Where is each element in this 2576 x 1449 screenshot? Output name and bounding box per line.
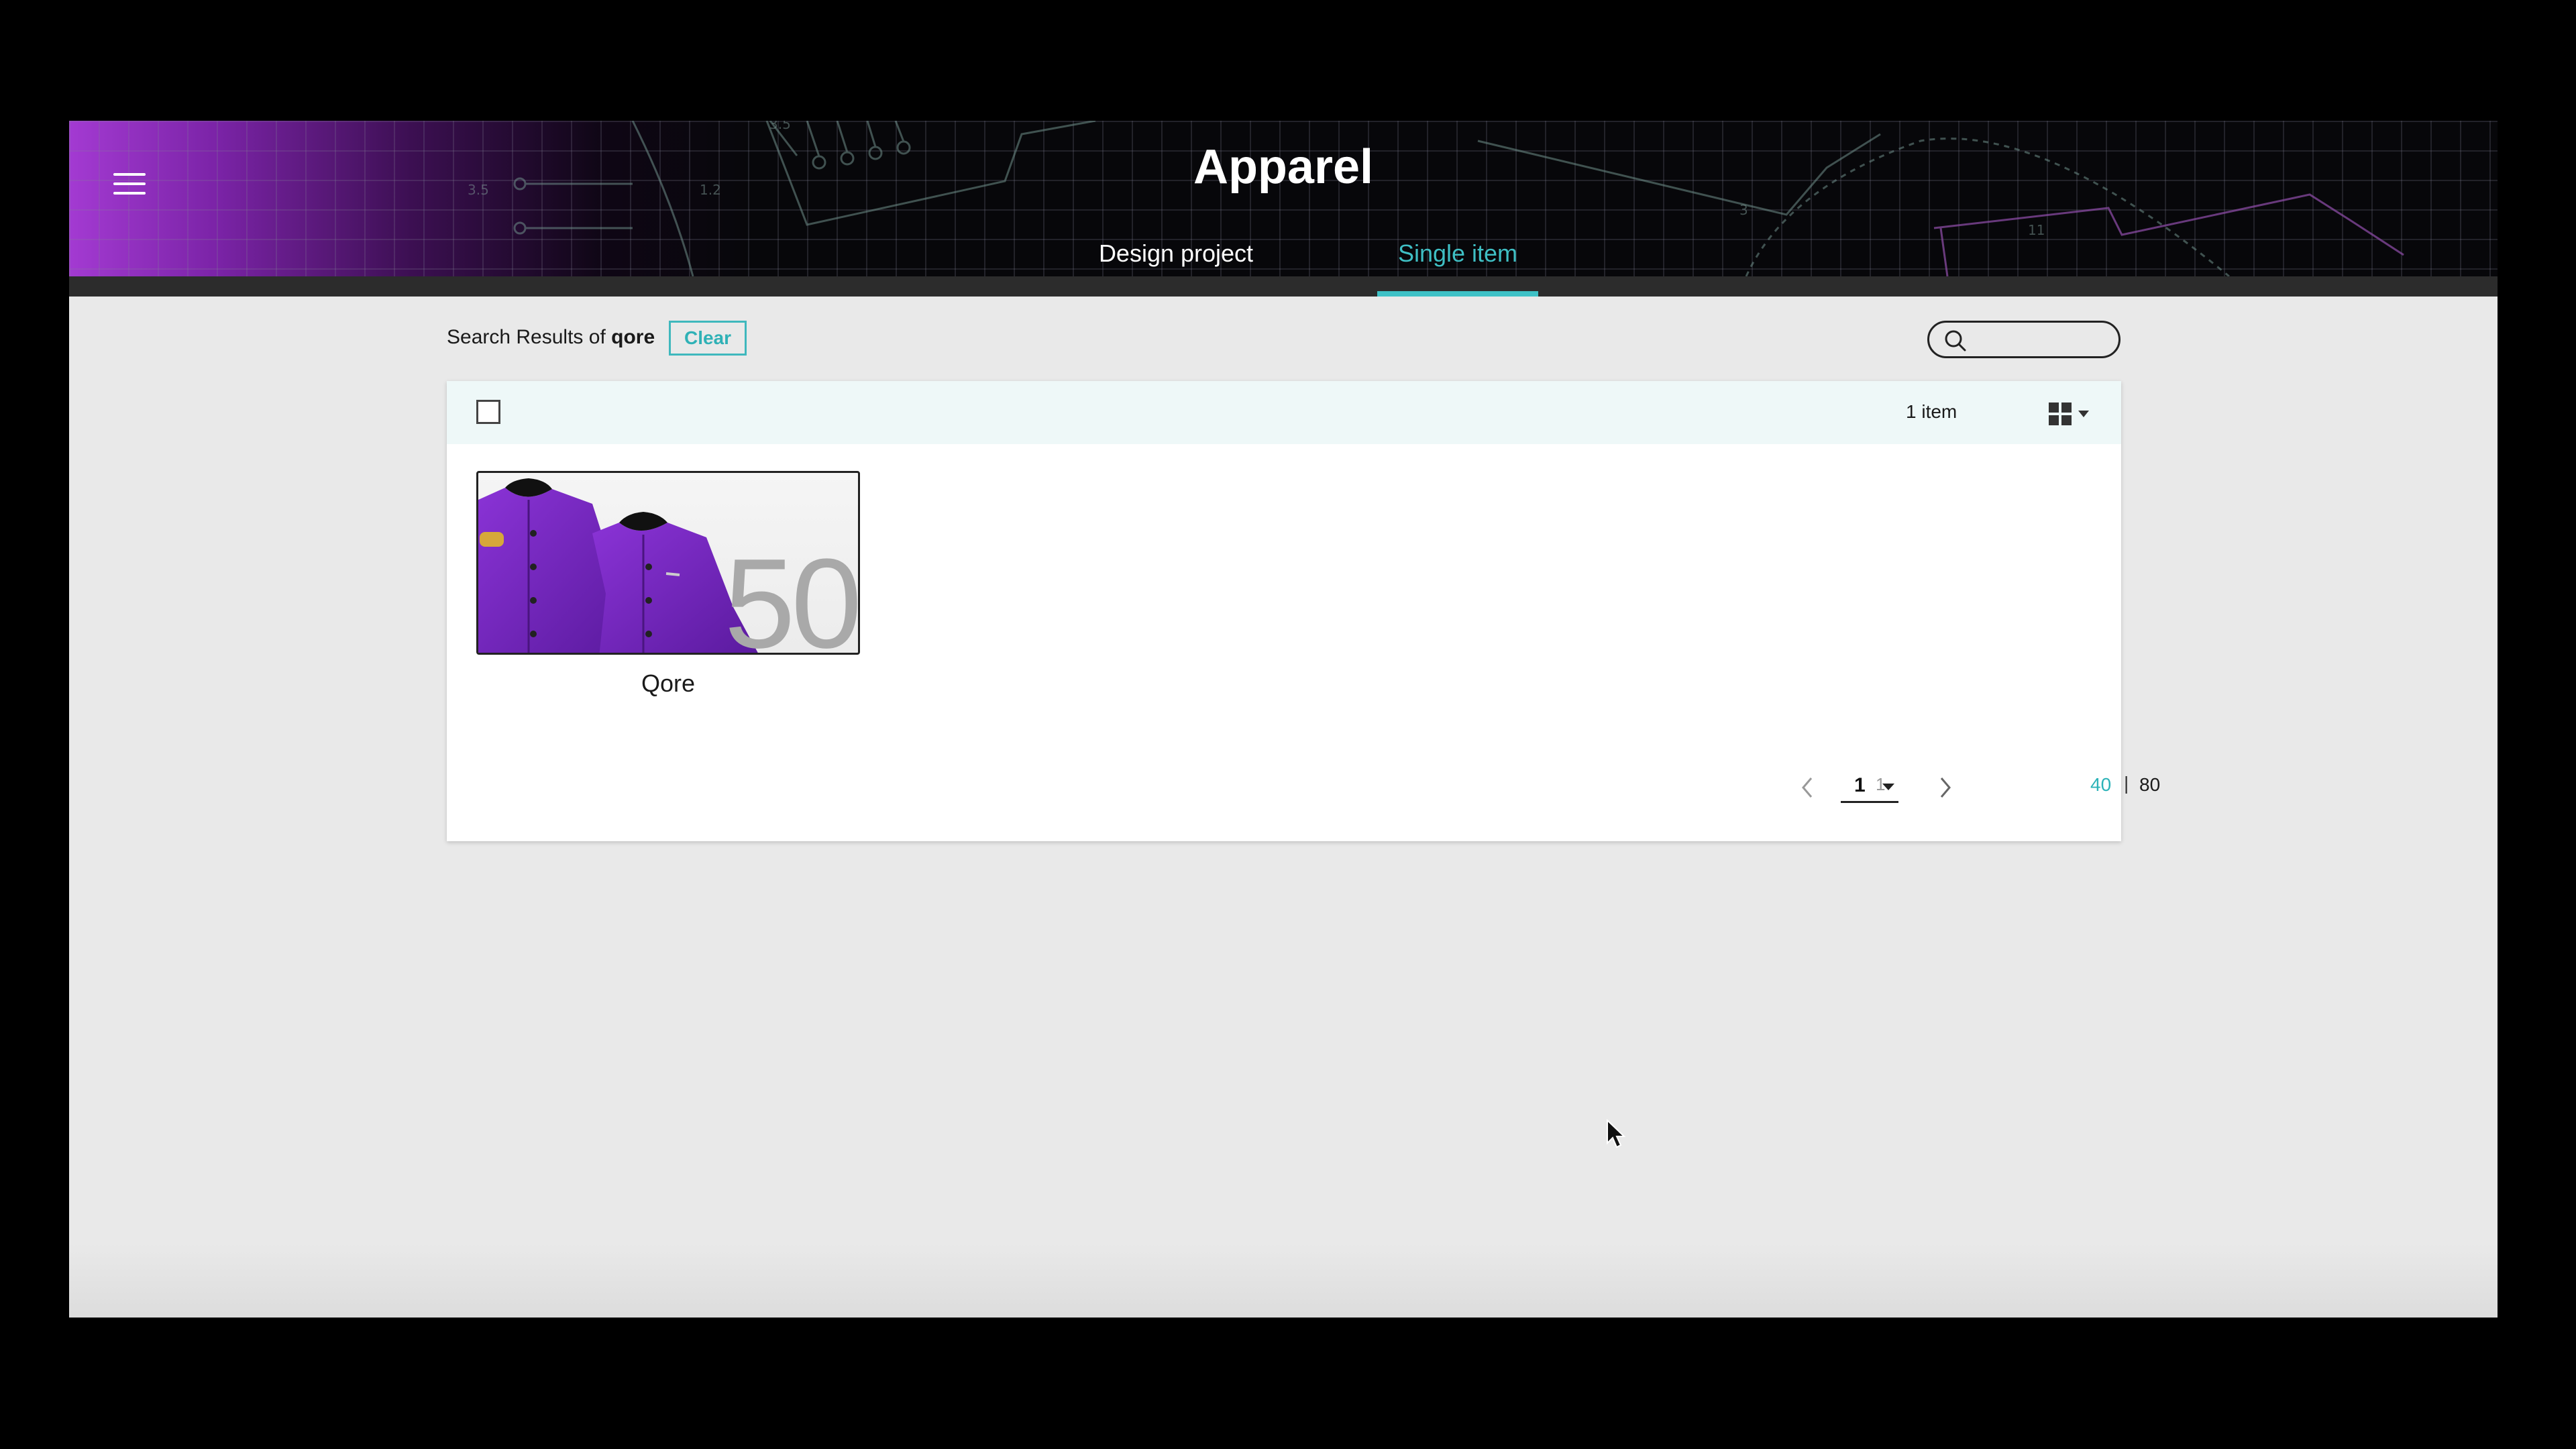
results-panel: 1 item 50 Qore 1 1 40 | 80 [447, 381, 2160, 841]
app-window: 3.5 1.2 3.5 3 11 Apparel Design project … [69, 121, 2498, 1318]
bottom-shadow [69, 1244, 2498, 1318]
chevron-right-icon[interactable] [1933, 773, 1957, 802]
active-tab-indicator [1377, 291, 1538, 297]
tab-design-project[interactable]: Design project [995, 241, 1357, 276]
clear-search-button[interactable]: Clear [669, 321, 747, 356]
mouse-cursor-icon [1607, 1119, 1626, 1148]
search-field[interactable] [1927, 321, 2121, 358]
view-mode-dropdown[interactable] [2043, 396, 2097, 429]
item-name: Qore [641, 669, 696, 697]
select-all-checkbox[interactable] [476, 400, 500, 424]
svg-text:11: 11 [2028, 222, 2045, 238]
page-title: Apparel [1193, 140, 1374, 194]
page-size-80[interactable]: 80 [2139, 774, 2160, 796]
chevron-left-icon[interactable] [1795, 773, 1819, 802]
search-query: qore [611, 326, 655, 348]
item-thumbnail: 50 [476, 471, 860, 655]
current-page: 1 [1854, 774, 1866, 796]
item-card[interactable]: 50 Qore [476, 471, 860, 699]
page-size-separator: | [2124, 773, 2129, 794]
search-input[interactable] [1971, 327, 2108, 354]
grid-view-icon [2049, 402, 2072, 425]
header-banner: 3.5 1.2 3.5 3 11 Apparel Design project … [69, 121, 2498, 276]
search-results-prefix: Search Results of [447, 326, 606, 348]
chevron-down-icon [2078, 411, 2089, 417]
page-select[interactable]: 1 [1841, 767, 1898, 803]
total-pages: 1 [1876, 774, 1886, 794]
tab-single-item[interactable]: Single item [1377, 241, 1538, 276]
svg-text:3.5: 3.5 [769, 121, 791, 132]
tab-bar-strip [69, 276, 2498, 297]
item-badge: 50 [724, 533, 858, 655]
svg-text:3: 3 [1739, 202, 1748, 218]
page-size-40[interactable]: 40 [2090, 774, 2111, 796]
search-results-label: Search Results of qore [447, 326, 655, 349]
results-toolbar: 1 item [447, 381, 2121, 444]
search-icon [1945, 330, 1966, 352]
item-count: 1 item [1906, 401, 1957, 422]
